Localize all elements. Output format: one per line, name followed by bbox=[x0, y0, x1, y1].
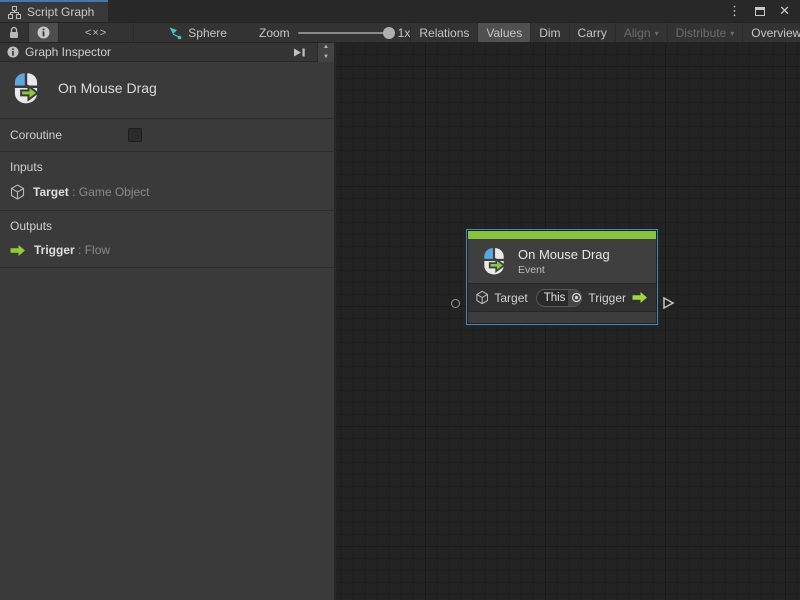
values-button[interactable]: Values bbox=[477, 23, 530, 42]
chevron-down-icon: ▾ bbox=[730, 29, 734, 38]
zoom-label: Zoom bbox=[259, 26, 290, 40]
unit-title-section: On Mouse Drag bbox=[0, 62, 334, 119]
outputs-section: Outputs Trigger : Flow bbox=[0, 211, 334, 268]
node-subtitle: Event bbox=[518, 264, 610, 276]
close-icon[interactable]: ✕ bbox=[779, 0, 790, 22]
window-controls: ⋮ ✕ bbox=[728, 0, 800, 22]
node-input-label: Target bbox=[494, 291, 527, 305]
step-up-button[interactable]: ▲ bbox=[318, 43, 334, 53]
coroutine-label: Coroutine bbox=[10, 128, 128, 142]
chevron-down-icon: ▾ bbox=[655, 29, 659, 38]
dock-panel-button[interactable] bbox=[287, 43, 311, 62]
graph-name-label: Sphere bbox=[188, 26, 227, 40]
relations-button[interactable]: Relations bbox=[410, 23, 477, 42]
align-button[interactable]: Align ▾ bbox=[615, 23, 667, 42]
target-value: This bbox=[537, 292, 569, 304]
output-name: Trigger bbox=[34, 243, 75, 257]
graph-toolbar: <×> Sphere Zoom 1x Relations Values Dim … bbox=[0, 22, 800, 43]
game-object-cube-icon bbox=[476, 290, 488, 305]
coroutine-checkbox[interactable] bbox=[128, 128, 142, 142]
main-area: Graph Inspector ▲ ▼ bbox=[0, 43, 800, 600]
flow-arrow-icon bbox=[10, 244, 26, 257]
node-ports-row: Target This Trigger bbox=[468, 283, 656, 312]
node-input-port[interactable] bbox=[451, 299, 460, 308]
object-picker-icon[interactable] bbox=[568, 290, 582, 306]
unity-script-graph-window: Script Graph ⋮ ✕ <×> bbox=[0, 0, 800, 600]
output-type: : Flow bbox=[78, 243, 110, 257]
node-output-label: Trigger bbox=[588, 291, 626, 305]
mouse-drag-icon bbox=[10, 72, 42, 104]
coroutine-row: Coroutine bbox=[0, 119, 334, 152]
flow-arrow-icon bbox=[632, 291, 648, 304]
inspector-header: Graph Inspector ▲ ▼ bbox=[0, 43, 334, 62]
graph-reference[interactable]: Sphere bbox=[158, 23, 237, 42]
info-icon bbox=[7, 46, 19, 58]
step-down-button[interactable]: ▼ bbox=[318, 52, 334, 62]
inputs-section: Inputs Target : Game Object bbox=[0, 152, 334, 211]
outputs-header: Outputs bbox=[10, 219, 324, 233]
unit-title: On Mouse Drag bbox=[58, 80, 157, 96]
window-menu-icon[interactable]: ⋮ bbox=[728, 0, 741, 22]
graph-inspector-panel: Graph Inspector ▲ ▼ bbox=[0, 43, 336, 600]
target-value-field[interactable]: This bbox=[536, 289, 583, 307]
node-output-port[interactable] bbox=[662, 296, 675, 310]
carry-button[interactable]: Carry bbox=[569, 23, 615, 42]
script-graph-asset-icon bbox=[168, 26, 182, 40]
inputs-header: Inputs bbox=[10, 160, 324, 174]
input-name: Target bbox=[33, 185, 69, 199]
game-object-cube-icon bbox=[10, 184, 25, 200]
maximize-icon[interactable] bbox=[755, 7, 765, 16]
trigger-port-group: Trigger bbox=[588, 291, 648, 305]
zoom-control: Zoom 1x bbox=[259, 23, 410, 42]
inspector-title: Graph Inspector bbox=[25, 45, 111, 59]
distribute-button[interactable]: Distribute ▾ bbox=[667, 23, 743, 42]
info-icon bbox=[37, 26, 50, 39]
overview-button[interactable]: Overview bbox=[742, 23, 800, 42]
code-icon: <×> bbox=[85, 27, 107, 39]
code-view-button[interactable]: <×> bbox=[59, 23, 134, 42]
panel-stepper: ▲ ▼ bbox=[317, 43, 334, 62]
zoom-slider[interactable] bbox=[298, 32, 390, 34]
tab-script-graph[interactable]: Script Graph bbox=[0, 0, 108, 22]
tab-bar: Script Graph ⋮ ✕ bbox=[0, 0, 800, 22]
node-title: On Mouse Drag bbox=[518, 247, 610, 262]
input-type: : Game Object bbox=[72, 185, 149, 199]
inspector-toggle-button[interactable] bbox=[29, 23, 59, 42]
lock-button[interactable] bbox=[0, 23, 29, 42]
toolbar-buttons: Relations Values Dim Carry Align ▾ Distr… bbox=[410, 23, 800, 42]
tab-title: Script Graph bbox=[27, 5, 94, 19]
lock-icon bbox=[8, 26, 20, 39]
output-row-trigger: Trigger : Flow bbox=[10, 243, 324, 257]
graph-canvas[interactable]: On Mouse Drag Event Target This bbox=[336, 43, 800, 600]
zoom-value: 1x bbox=[398, 26, 411, 40]
zoom-slider-handle[interactable] bbox=[383, 27, 395, 39]
node-header[interactable]: On Mouse Drag Event bbox=[468, 239, 656, 283]
node-accent-bar bbox=[468, 231, 656, 239]
inspector-empty-area bbox=[0, 268, 334, 600]
dim-button[interactable]: Dim bbox=[530, 23, 568, 42]
mouse-drag-icon bbox=[480, 247, 508, 275]
on-mouse-drag-node[interactable]: On Mouse Drag Event Target This bbox=[467, 230, 657, 324]
script-graph-icon bbox=[8, 6, 21, 19]
input-row-target: Target : Game Object bbox=[10, 184, 324, 200]
node-footer bbox=[468, 312, 656, 323]
dock-right-icon bbox=[293, 46, 306, 59]
